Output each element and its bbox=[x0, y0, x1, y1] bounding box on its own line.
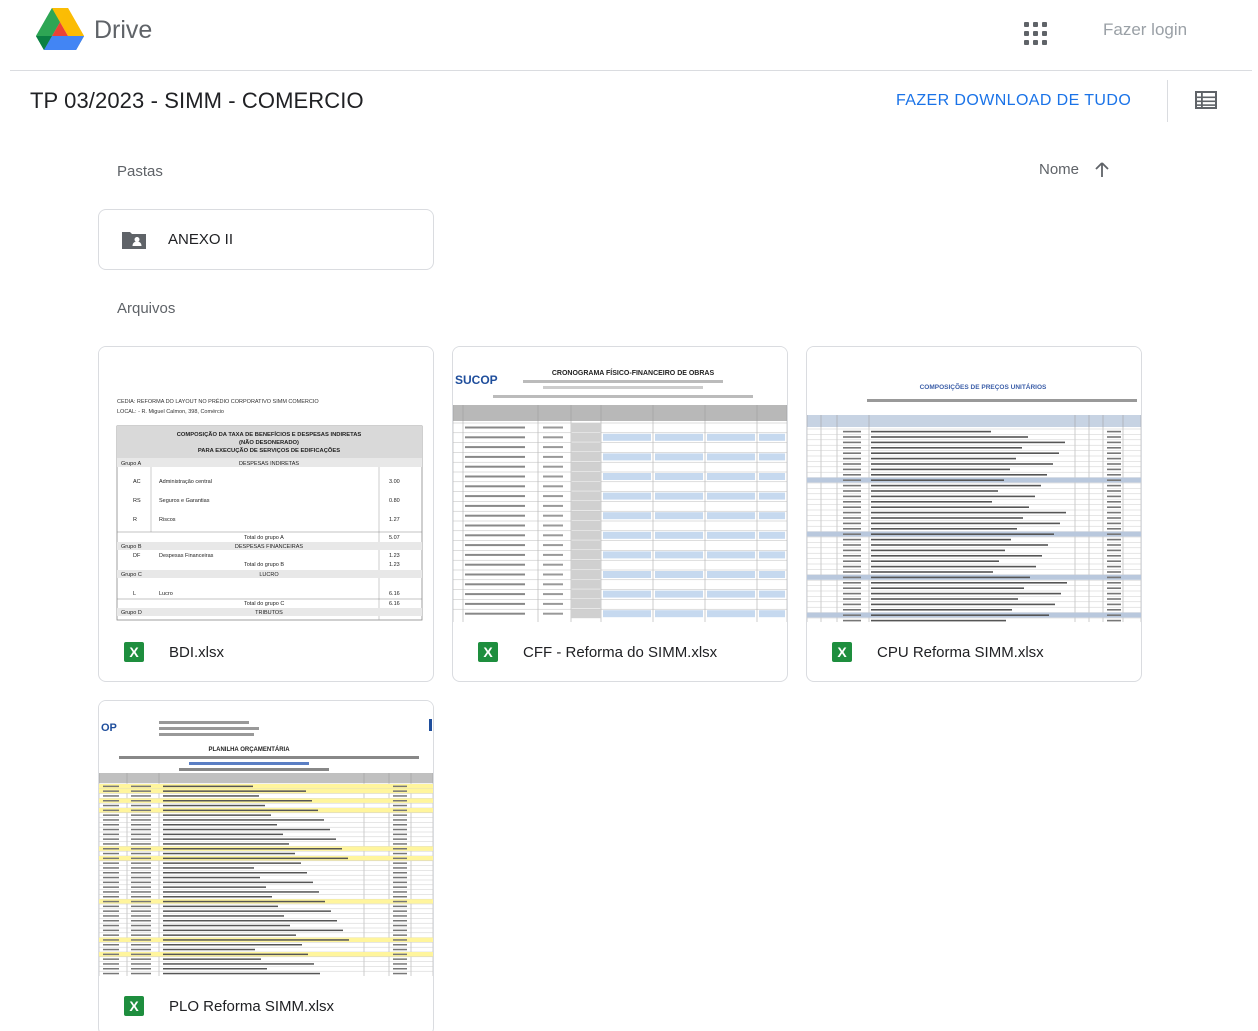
folder-item[interactable]: ANEXO II bbox=[98, 209, 434, 270]
svg-text:1.27: 1.27 bbox=[389, 517, 400, 523]
header-divider bbox=[10, 70, 1252, 71]
svg-text:L: L bbox=[133, 591, 136, 597]
svg-text:Administração central: Administração central bbox=[159, 479, 212, 485]
svg-text:Total do grupo B: Total do grupo B bbox=[244, 562, 284, 568]
file-name: CPU Reforma SIMM.xlsx bbox=[877, 643, 1044, 661]
file-name: PLO Reforma SIMM.xlsx bbox=[169, 997, 335, 1015]
svg-text:COMPOSIÇÕES DE PREÇOS UNITÁRIO: COMPOSIÇÕES DE PREÇOS UNITÁRIOS bbox=[920, 382, 1047, 391]
sort-label: Nome bbox=[1039, 161, 1080, 178]
apps-grid-icon[interactable] bbox=[1018, 16, 1050, 48]
svg-text:Grupo D: Grupo D bbox=[121, 610, 142, 616]
files-section-label: Arquivos bbox=[117, 300, 176, 317]
svg-text:PARA EXECUÇÃO DE SERVIÇOS DE E: PARA EXECUÇÃO DE SERVIÇOS DE EDIFICAÇÕES bbox=[198, 447, 340, 454]
file-card-cff[interactable]: SUCOP CRONOGRAMA FÍSICO-FINANCEIRO DE OB… bbox=[452, 346, 788, 682]
folder-name: ANEXO II bbox=[168, 231, 234, 248]
svg-text:RS: RS bbox=[133, 498, 141, 504]
list-view-icon[interactable] bbox=[1195, 91, 1217, 109]
svg-text:DESPESAS FINANCEIRAS: DESPESAS FINANCEIRAS bbox=[235, 544, 303, 550]
svg-text:3.00: 3.00 bbox=[389, 479, 400, 485]
page-title: TP 03/2023 - SIMM - COMERCIO bbox=[30, 88, 364, 113]
svg-text:DF: DF bbox=[133, 553, 141, 559]
file-card-footer: X PLO Reforma SIMM.xlsx bbox=[99, 976, 433, 1031]
top-bar: Drive Fazer login bbox=[0, 0, 1258, 70]
file-card-plo[interactable]: OP PLANILHA ORÇAMENTÁRIA X PLO Reforma S… bbox=[98, 700, 434, 1031]
preview-text: LOCAL: - R. Miguel Calmon, 398, Comércio bbox=[117, 409, 224, 415]
file-preview: COMPOSIÇÕES DE PREÇOS UNITÁRIOS bbox=[807, 347, 1141, 622]
svg-text:PLANILHA ORÇAMENTÁRIA: PLANILHA ORÇAMENTÁRIA bbox=[208, 746, 290, 753]
spreadsheet-preview-icon: OP PLANILHA ORÇAMENTÁRIA bbox=[99, 719, 433, 976]
svg-text:Grupo C: Grupo C bbox=[121, 572, 142, 578]
excel-icon: X bbox=[478, 642, 498, 662]
svg-text:DESPESAS INDIRETAS: DESPESAS INDIRETAS bbox=[239, 461, 299, 467]
toolbar-divider bbox=[1167, 80, 1168, 122]
svg-text:Riscos: Riscos bbox=[159, 517, 176, 523]
svg-text:TRIBUTOS: TRIBUTOS bbox=[255, 610, 283, 616]
spreadsheet-preview-icon: COMPOSIÇÕES DE PREÇOS UNITÁRIOS bbox=[807, 382, 1141, 622]
svg-text:OP: OP bbox=[101, 722, 117, 734]
download-all-button[interactable]: FAZER DOWNLOAD DE TUDO bbox=[896, 92, 1131, 110]
svg-text:0.80: 0.80 bbox=[389, 498, 400, 504]
sort-by-name-button[interactable]: Nome bbox=[1039, 161, 1109, 178]
svg-text:AC: AC bbox=[133, 479, 141, 485]
folders-section-label: Pastas bbox=[117, 163, 163, 180]
spreadsheet-preview-icon: SUCOP CRONOGRAMA FÍSICO-FINANCEIRO DE OB… bbox=[453, 368, 787, 622]
file-card-cpu[interactable]: COMPOSIÇÕES DE PREÇOS UNITÁRIOS X CPU Re… bbox=[806, 346, 1142, 682]
svg-text:COMPOSIÇÃO DA TAXA DE BENEFÍCI: COMPOSIÇÃO DA TAXA DE BENEFÍCIOS E DESPE… bbox=[177, 430, 362, 438]
svg-text:Lucro: Lucro bbox=[159, 591, 173, 597]
svg-text:6.16: 6.16 bbox=[389, 601, 400, 607]
file-card-footer: X BDI.xlsx bbox=[99, 622, 433, 681]
svg-text:5.07: 5.07 bbox=[389, 535, 400, 541]
file-preview: OP PLANILHA ORÇAMENTÁRIA bbox=[99, 701, 433, 976]
svg-text:CRONOGRAMA FÍSICO-FINANCEIRO D: CRONOGRAMA FÍSICO-FINANCEIRO DE OBRAS bbox=[552, 368, 715, 377]
file-card-footer: X CPU Reforma SIMM.xlsx bbox=[807, 622, 1141, 681]
file-name: BDI.xlsx bbox=[169, 643, 225, 661]
file-preview: CEDIA: REFORMA DO LAYOUT NO PRÉDIO CORPO… bbox=[99, 347, 433, 622]
excel-icon: X bbox=[124, 996, 144, 1016]
preview-text: CEDIA: REFORMA DO LAYOUT NO PRÉDIO CORPO… bbox=[117, 398, 319, 405]
svg-text:Despesas Financeiras: Despesas Financeiras bbox=[159, 553, 214, 559]
google-drive-logo-icon[interactable] bbox=[36, 8, 84, 52]
svg-text:Seguros e Garantias: Seguros e Garantias bbox=[159, 498, 210, 504]
excel-icon: X bbox=[124, 642, 144, 662]
arrow-up-icon bbox=[1095, 161, 1109, 177]
excel-icon: X bbox=[832, 642, 852, 662]
file-card-footer: X CFF - Reforma do SIMM.xlsx bbox=[453, 622, 787, 681]
svg-text:Grupo A: Grupo A bbox=[121, 461, 142, 467]
svg-text:1.23: 1.23 bbox=[389, 562, 400, 568]
svg-text:(NÃO DESONERADO): (NÃO DESONERADO) bbox=[239, 439, 299, 446]
shared-folder-icon bbox=[122, 231, 146, 249]
svg-text:Total do grupo A: Total do grupo A bbox=[244, 535, 284, 541]
svg-text:LUCRO: LUCRO bbox=[259, 572, 279, 578]
file-preview: SUCOP CRONOGRAMA FÍSICO-FINANCEIRO DE OB… bbox=[453, 347, 787, 622]
file-name: CFF - Reforma do SIMM.xlsx bbox=[523, 643, 718, 661]
svg-text:6.16: 6.16 bbox=[389, 591, 400, 597]
login-link[interactable]: Fazer login bbox=[1103, 20, 1187, 40]
svg-text:1.23: 1.23 bbox=[389, 553, 400, 559]
svg-text:SUCOP: SUCOP bbox=[455, 373, 498, 387]
spreadsheet-preview-icon: CEDIA: REFORMA DO LAYOUT NO PRÉDIO CORPO… bbox=[116, 398, 423, 621]
svg-text:Grupo B: Grupo B bbox=[121, 544, 142, 550]
svg-text:R: R bbox=[133, 517, 137, 523]
brand-name: Drive bbox=[94, 16, 153, 44]
svg-text:Total do grupo C: Total do grupo C bbox=[244, 601, 284, 607]
file-card-bdi[interactable]: CEDIA: REFORMA DO LAYOUT NO PRÉDIO CORPO… bbox=[98, 346, 434, 682]
